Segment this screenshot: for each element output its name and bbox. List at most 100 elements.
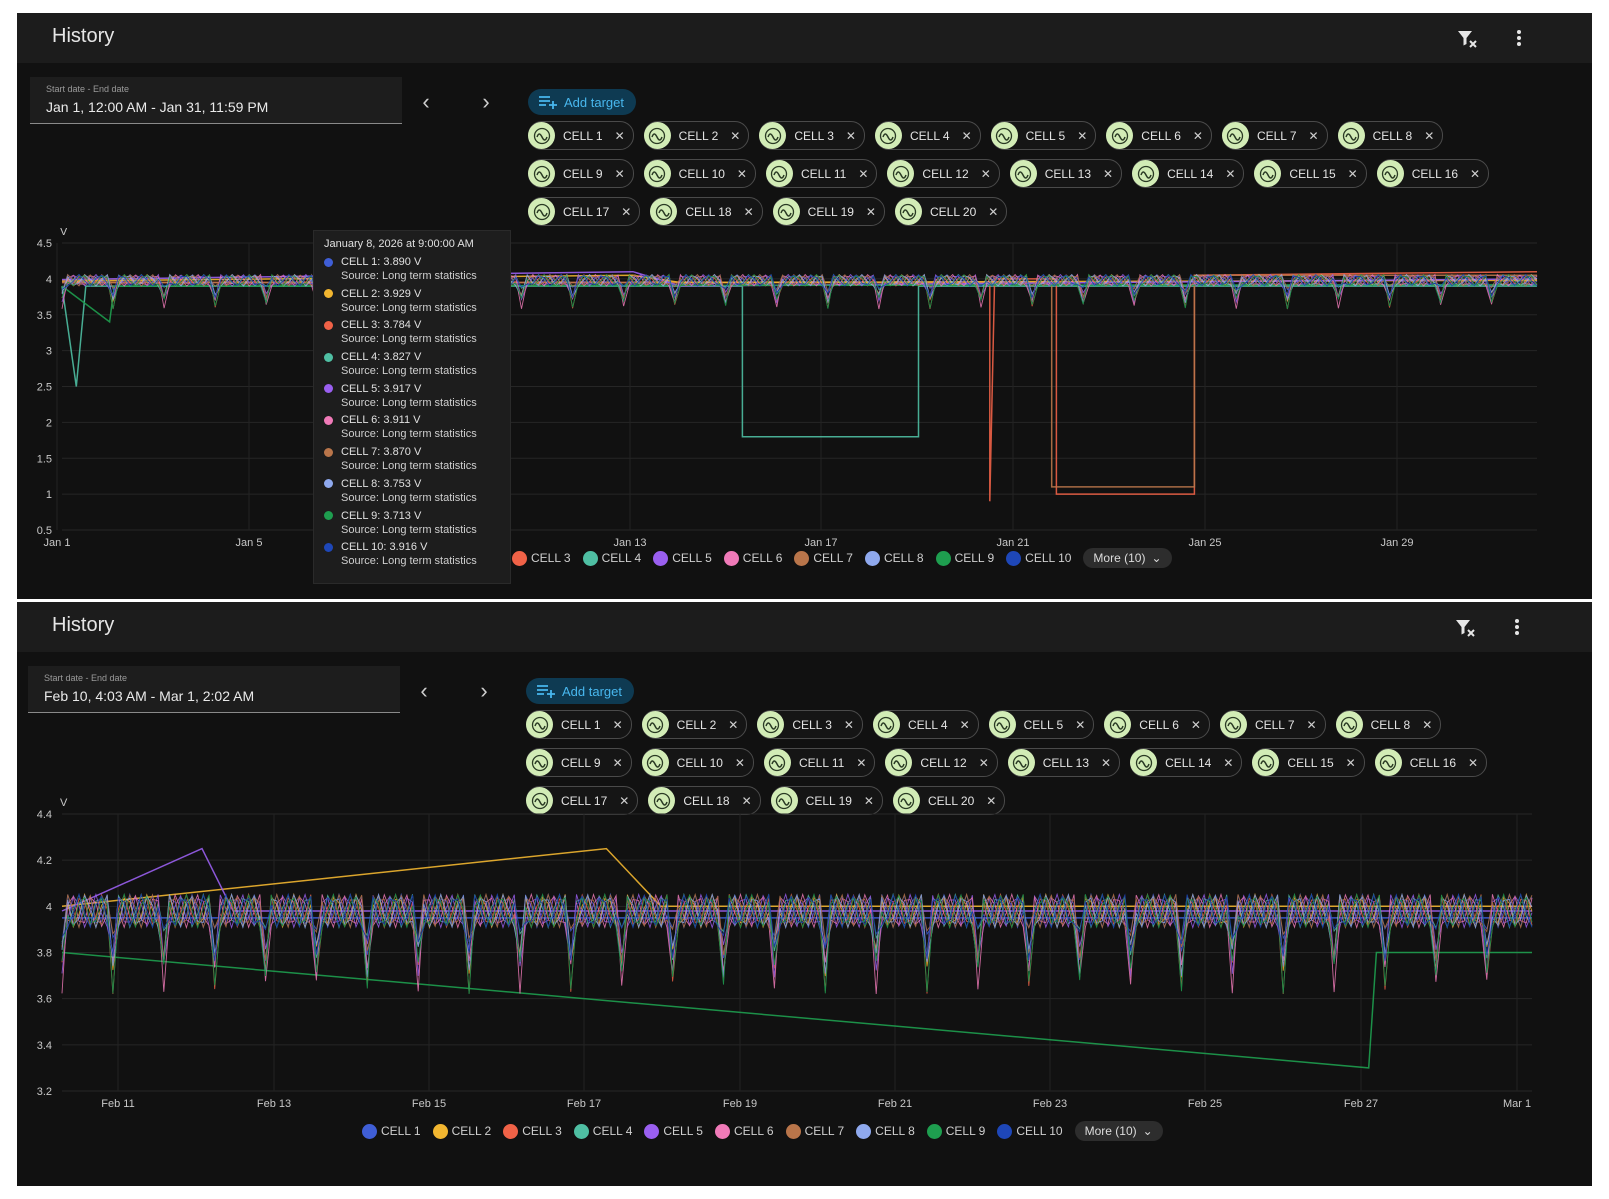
target-chip[interactable]: CELL 16 ✕ xyxy=(1374,748,1488,777)
target-chip[interactable]: CELL 5 ✕ xyxy=(990,121,1097,150)
remove-chip-icon[interactable]: ✕ xyxy=(981,167,991,181)
target-chip[interactable]: CELL 7 ✕ xyxy=(1219,710,1326,739)
add-target-button[interactable]: Add target xyxy=(526,678,634,704)
target-chip[interactable]: CELL 14 ✕ xyxy=(1130,748,1243,777)
next-range-button[interactable]: › xyxy=(472,89,500,117)
filter-clear-icon[interactable] xyxy=(1455,26,1479,50)
remove-chip-icon[interactable]: ✕ xyxy=(1307,718,1317,732)
remove-chip-icon[interactable]: ✕ xyxy=(962,129,972,143)
legend-item[interactable]: CELL 6 xyxy=(714,1123,774,1139)
previous-range-button[interactable]: ‹ xyxy=(412,89,440,117)
remove-chip-icon[interactable]: ✕ xyxy=(988,205,998,219)
legend-item[interactable]: CELL 8 xyxy=(856,1123,915,1139)
remove-chip-icon[interactable]: ✕ xyxy=(621,205,631,219)
target-chip[interactable]: CELL 4 ✕ xyxy=(872,710,979,739)
remove-chip-icon[interactable]: ✕ xyxy=(1346,756,1356,770)
target-chip[interactable]: CELL 11 ✕ xyxy=(765,159,878,188)
remove-chip-icon[interactable]: ✕ xyxy=(744,205,754,219)
target-chip[interactable]: CELL 6 ✕ xyxy=(1106,121,1212,150)
remove-chip-icon[interactable]: ✕ xyxy=(615,129,625,143)
target-chip[interactable]: CELL 14 ✕ xyxy=(1132,159,1245,188)
target-chip[interactable]: CELL 1 ✕ xyxy=(526,710,632,739)
legend-item[interactable]: CELL 10 xyxy=(1006,550,1071,566)
remove-chip-icon[interactable]: ✕ xyxy=(846,129,856,143)
remove-chip-icon[interactable]: ✕ xyxy=(1309,129,1319,143)
more-vert-icon[interactable] xyxy=(1505,615,1529,639)
target-chip[interactable]: CELL 2 ✕ xyxy=(641,710,748,739)
target-chip[interactable]: CELL 19 ✕ xyxy=(772,197,885,226)
target-chip[interactable]: CELL 9 ✕ xyxy=(526,748,632,777)
more-legend-button[interactable]: More (10) ⌄ xyxy=(1074,1121,1163,1141)
target-chip[interactable]: CELL 6 ✕ xyxy=(1104,710,1210,739)
remove-chip-icon[interactable]: ✕ xyxy=(858,167,868,181)
remove-chip-icon[interactable]: ✕ xyxy=(960,718,970,732)
remove-chip-icon[interactable]: ✕ xyxy=(1424,129,1434,143)
target-chip[interactable]: CELL 15 ✕ xyxy=(1254,159,1367,188)
remove-chip-icon[interactable]: ✕ xyxy=(730,129,740,143)
legend-item[interactable]: CELL 9 xyxy=(926,1123,985,1139)
legend-item[interactable]: CELL 8 xyxy=(864,550,924,566)
more-legend-button[interactable]: More (10) ⌄ xyxy=(1083,548,1172,568)
remove-chip-icon[interactable]: ✕ xyxy=(979,756,989,770)
remove-chip-icon[interactable]: ✕ xyxy=(1077,129,1087,143)
target-chip[interactable]: CELL 3 ✕ xyxy=(759,121,865,150)
next-range-button[interactable]: › xyxy=(470,678,498,706)
remove-chip-icon[interactable]: ✕ xyxy=(1422,718,1432,732)
remove-chip-icon[interactable]: ✕ xyxy=(737,167,747,181)
legend-item[interactable]: CELL 10 xyxy=(997,1123,1063,1139)
target-chip[interactable]: CELL 3 ✕ xyxy=(757,710,863,739)
date-range-picker[interactable]: Start date - End date Feb 10, 4:03 AM - … xyxy=(28,666,400,713)
remove-chip-icon[interactable]: ✕ xyxy=(1101,756,1111,770)
legend-item[interactable]: CELL 1 xyxy=(362,1123,421,1139)
date-range-picker[interactable]: Start date - End date Jan 1, 12:00 AM - … xyxy=(30,77,402,124)
add-target-button[interactable]: Add target xyxy=(528,89,636,115)
target-chip[interactable]: CELL 16 ✕ xyxy=(1376,159,1490,188)
target-chip[interactable]: CELL 8 ✕ xyxy=(1337,121,1444,150)
remove-chip-icon[interactable]: ✕ xyxy=(1191,718,1201,732)
target-chip[interactable]: CELL 13 ✕ xyxy=(1007,748,1121,777)
target-chip[interactable]: CELL 12 ✕ xyxy=(885,748,998,777)
remove-chip-icon[interactable]: ✕ xyxy=(844,718,854,732)
target-chip[interactable]: CELL 18 ✕ xyxy=(650,197,763,226)
target-chip[interactable]: CELL 7 ✕ xyxy=(1221,121,1328,150)
target-chip[interactable]: CELL 10 ✕ xyxy=(643,159,756,188)
target-chip[interactable]: CELL 12 ✕ xyxy=(887,159,1000,188)
remove-chip-icon[interactable]: ✕ xyxy=(1468,756,1478,770)
remove-chip-icon[interactable]: ✕ xyxy=(1075,718,1085,732)
target-chip[interactable]: CELL 2 ✕ xyxy=(643,121,750,150)
remove-chip-icon[interactable]: ✕ xyxy=(856,756,866,770)
legend-item[interactable]: CELL 6 xyxy=(723,550,782,566)
target-chip[interactable]: CELL 11 ✕ xyxy=(763,748,876,777)
legend-item[interactable]: CELL 7 xyxy=(794,550,853,566)
legend-item[interactable]: CELL 2 xyxy=(432,1123,491,1139)
legend-item[interactable]: CELL 3 xyxy=(512,550,571,566)
remove-chip-icon[interactable]: ✕ xyxy=(735,756,745,770)
remove-chip-icon[interactable]: ✕ xyxy=(1103,167,1113,181)
remove-chip-icon[interactable]: ✕ xyxy=(613,756,623,770)
legend-item[interactable]: CELL 9 xyxy=(935,550,994,566)
target-chip[interactable]: CELL 4 ✕ xyxy=(874,121,981,150)
target-chip[interactable]: CELL 9 ✕ xyxy=(528,159,634,188)
remove-chip-icon[interactable]: ✕ xyxy=(1470,167,1480,181)
legend-item[interactable]: CELL 7 xyxy=(785,1123,844,1139)
legend-item[interactable]: CELL 5 xyxy=(644,1123,703,1139)
target-chip[interactable]: CELL 8 ✕ xyxy=(1335,710,1442,739)
remove-chip-icon[interactable]: ✕ xyxy=(866,205,876,219)
legend-item[interactable]: CELL 3 xyxy=(503,1123,562,1139)
remove-chip-icon[interactable]: ✕ xyxy=(1223,756,1233,770)
filter-clear-icon[interactable] xyxy=(1453,615,1477,639)
remove-chip-icon[interactable]: ✕ xyxy=(728,718,738,732)
target-chip[interactable]: CELL 17 ✕ xyxy=(528,197,641,226)
target-chip[interactable]: CELL 20 ✕ xyxy=(894,197,1008,226)
target-chip[interactable]: CELL 10 ✕ xyxy=(641,748,754,777)
target-chip[interactable]: CELL 5 ✕ xyxy=(988,710,1095,739)
remove-chip-icon[interactable]: ✕ xyxy=(615,167,625,181)
previous-range-button[interactable]: ‹ xyxy=(410,678,438,706)
legend-item[interactable]: CELL 4 xyxy=(582,550,641,566)
remove-chip-icon[interactable]: ✕ xyxy=(613,718,623,732)
target-chip[interactable]: CELL 13 ✕ xyxy=(1009,159,1123,188)
remove-chip-icon[interactable]: ✕ xyxy=(1225,167,1235,181)
target-chip[interactable]: CELL 1 ✕ xyxy=(528,121,634,150)
remove-chip-icon[interactable]: ✕ xyxy=(1348,167,1358,181)
target-chip[interactable]: CELL 15 ✕ xyxy=(1252,748,1365,777)
